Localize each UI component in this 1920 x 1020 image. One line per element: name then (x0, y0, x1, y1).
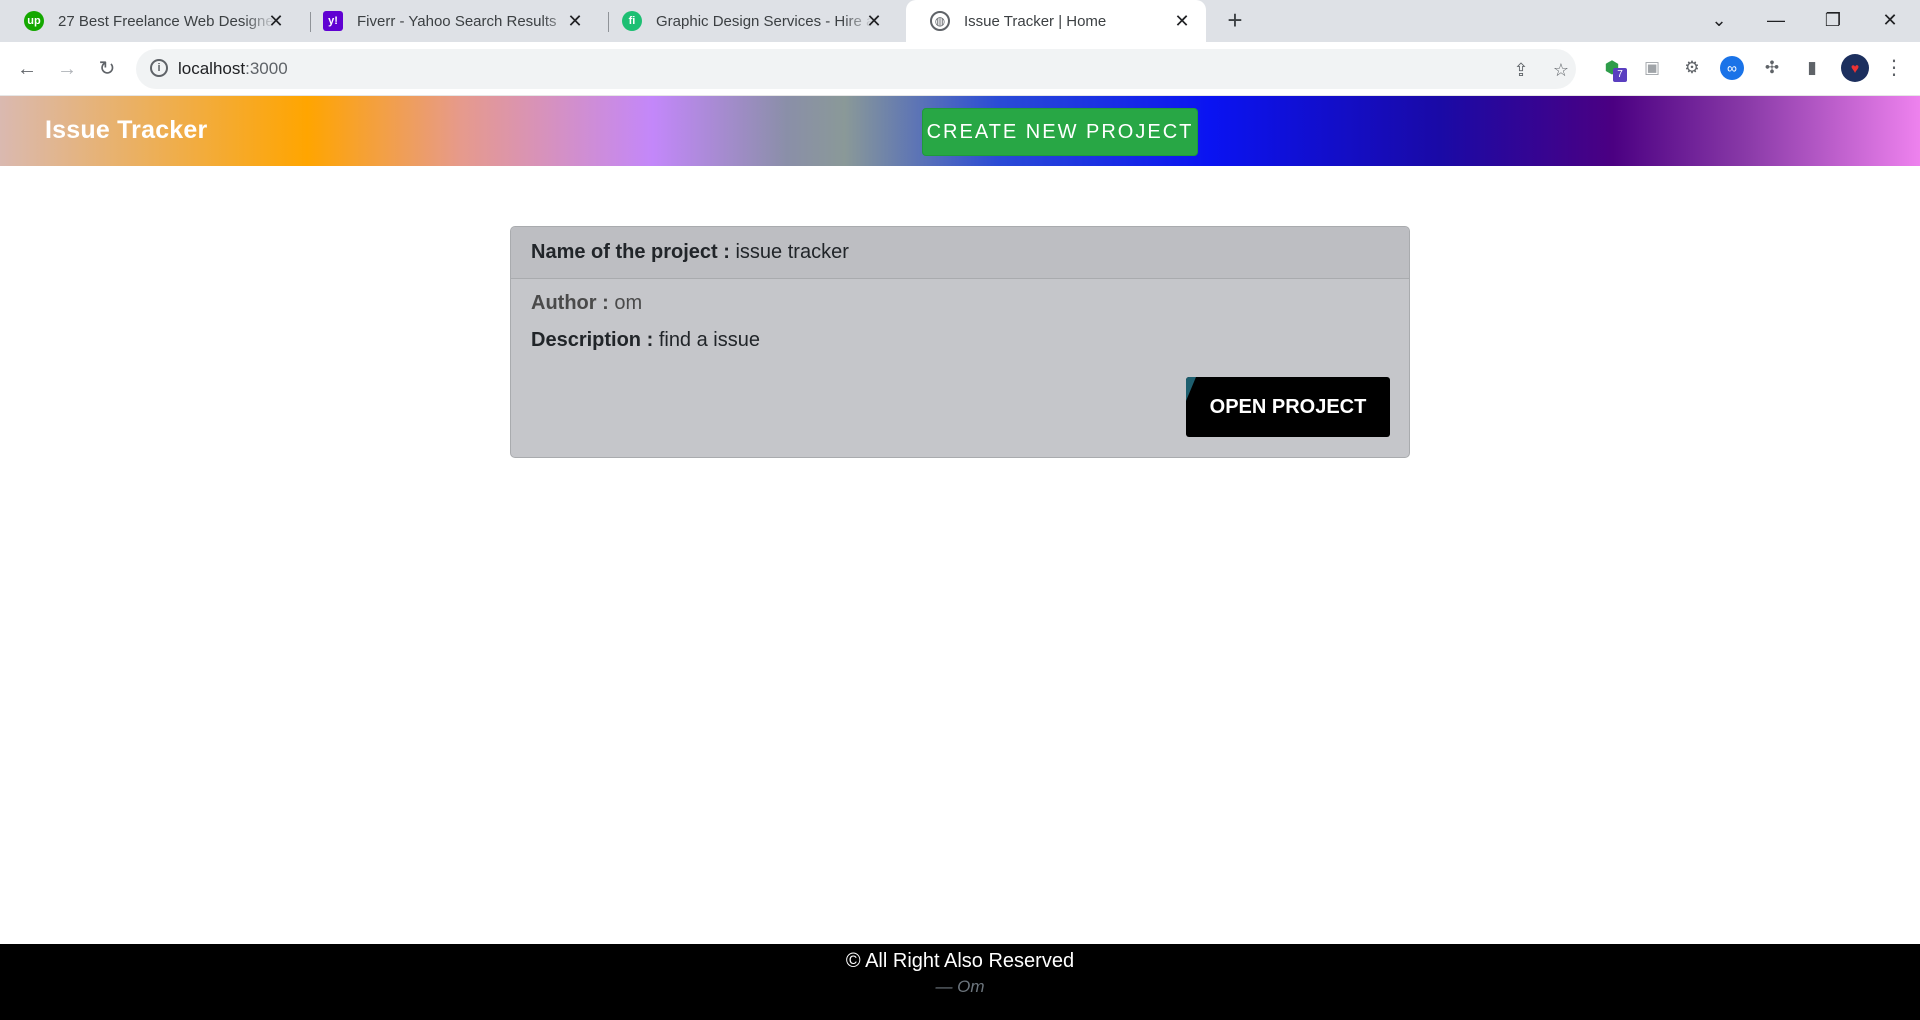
menu-kebab-icon[interactable]: ⋮ (1882, 56, 1906, 80)
extensions-puzzle-icon[interactable]: ✣ (1760, 56, 1784, 80)
tab-title: Fiverr - Yahoo Search Results (357, 12, 557, 30)
profile-avatar[interactable]: ♥ (1841, 54, 1869, 82)
extension-infinity-icon[interactable]: ∞ (1720, 56, 1744, 80)
open-project-label: OPEN PROJECT (1209, 396, 1367, 418)
restore-button[interactable]: ❐ (1813, 4, 1853, 36)
browser-toolbar: ← → ↻ i localhost:3000 ⇪ ☆ ⬢ 7 ▣ ⚙ ∞ ✣ ▮… (0, 42, 1920, 96)
description-label: Description : (531, 329, 654, 351)
extension-cube-icon[interactable]: ⬢ 7 (1600, 56, 1627, 82)
copyright-text: © All Right Also Reserved (845, 950, 1075, 972)
project-name-label: Name of the project : (531, 241, 730, 263)
browser-tab-fiverr[interactable]: fi Graphic Design Services - Hire a Grap… (598, 0, 898, 42)
yahoo-icon: y! (323, 11, 343, 31)
upwork-icon: up (24, 11, 44, 31)
project-author-row: Author : om (531, 292, 642, 315)
browser-tab-issue-tracker[interactable]: ◍ Issue Tracker | Home ✕ (906, 0, 1206, 42)
button-corner-accent (1186, 377, 1196, 401)
address-url: localhost:3000 (178, 59, 288, 79)
site-header: Issue Tracker CREATE NEW PROJECT (0, 96, 1920, 166)
extension-gear-icon[interactable]: ⚙ (1680, 56, 1704, 80)
minimize-button[interactable]: — (1756, 4, 1796, 36)
globe-icon: ◍ (930, 11, 950, 31)
tab-title: Issue Tracker | Home (964, 12, 1107, 30)
site-footer: © All Right Also Reserved — Om (0, 944, 1920, 1020)
project-description-row: Description : find a issue (531, 329, 760, 352)
close-tab-icon[interactable]: ✕ (565, 11, 585, 31)
brand-title[interactable]: Issue Tracker (45, 116, 207, 145)
bookmark-star-icon[interactable]: ☆ (1550, 59, 1572, 81)
project-card: Name of the project : issue tracker Auth… (510, 226, 1410, 458)
create-new-project-button[interactable]: CREATE NEW PROJECT (922, 108, 1198, 156)
url-port: :3000 (245, 59, 288, 78)
close-tab-icon[interactable]: ✕ (864, 11, 884, 31)
author-label: Author : (531, 292, 609, 314)
fiverr-icon: fi (622, 11, 642, 31)
address-bar[interactable]: i localhost:3000 ⇪ ☆ (136, 49, 1576, 89)
close-tab-icon[interactable]: ✕ (266, 11, 286, 31)
browser-tab-bar: up 27 Best Freelance Web Designers ✕ y! … (0, 0, 1920, 42)
forward-icon[interactable]: → (53, 55, 81, 83)
project-card-header: Name of the project : issue tracker (511, 227, 1409, 279)
new-tab-button[interactable]: + (1221, 7, 1249, 35)
side-panel-icon[interactable]: ▮ (1800, 56, 1824, 80)
description-value: find a issue (658, 329, 760, 351)
extension-badge: 7 (1613, 68, 1627, 82)
site-info-icon[interactable]: i (150, 59, 168, 77)
extension-box-icon[interactable]: ▣ (1640, 56, 1664, 80)
url-host: localhost (178, 59, 246, 78)
reload-icon[interactable]: ↻ (93, 55, 121, 83)
open-project-button[interactable]: OPEN PROJECT (1186, 377, 1390, 437)
close-tab-icon[interactable]: ✕ (1172, 11, 1192, 31)
browser-tab-yahoo[interactable]: y! Fiverr - Yahoo Search Results ✕ (299, 0, 599, 42)
tab-title: Graphic Design Services - Hire a Graphic… (656, 12, 874, 30)
share-icon[interactable]: ⇪ (1510, 59, 1532, 81)
footer-signature: — Om (935, 977, 985, 996)
close-window-button[interactable]: ✕ (1870, 4, 1910, 36)
browser-tab-upwork[interactable]: up 27 Best Freelance Web Designers ✕ (0, 0, 300, 42)
author-value: om (614, 292, 643, 314)
back-icon[interactable]: ← (13, 55, 41, 83)
project-name: issue tracker (735, 241, 849, 263)
tab-title: 27 Best Freelance Web Designers (58, 12, 276, 30)
tab-search-icon[interactable]: ⌄ (1699, 4, 1739, 36)
